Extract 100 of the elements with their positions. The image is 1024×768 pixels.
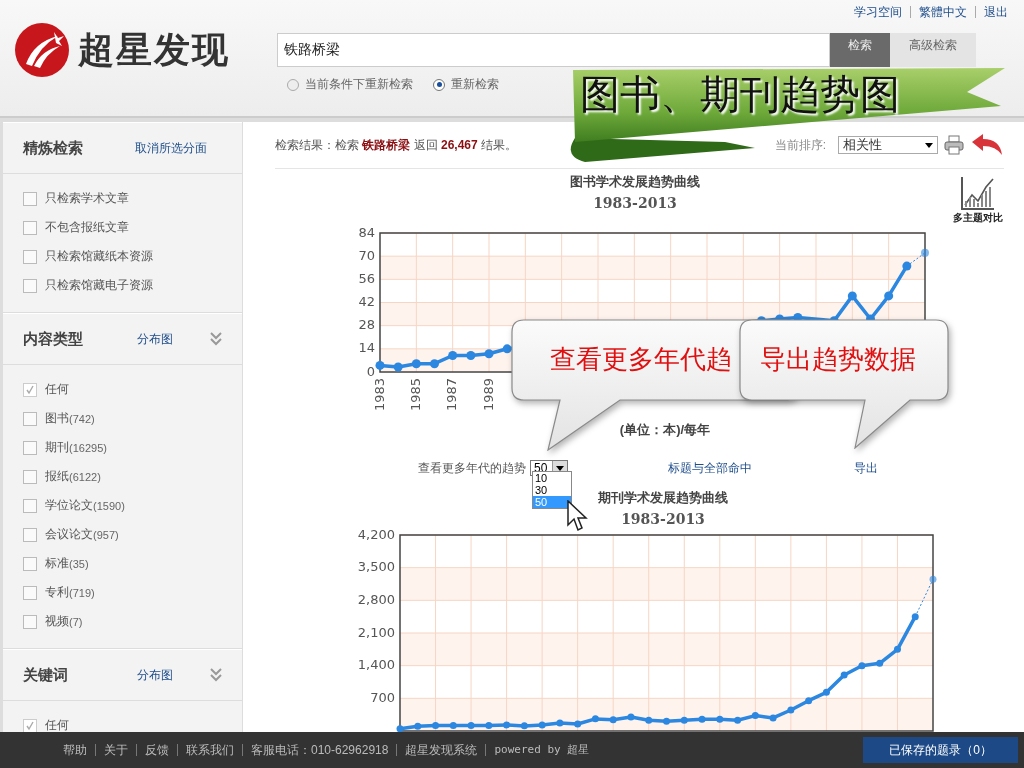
x-tick-label: 1987 — [444, 378, 460, 412]
logo-text: 超星发现 — [78, 27, 230, 72]
y-tick-label: 84 — [358, 225, 375, 240]
data-point — [502, 344, 512, 354]
filter-count: (957) — [93, 528, 119, 541]
checkbox[interactable] — [23, 556, 37, 571]
filter-count: (719) — [69, 586, 95, 599]
data-point — [448, 350, 458, 360]
filter-label: 只检索馆藏电子资源 — [45, 277, 153, 294]
hits-link[interactable]: 标题与全部命中 — [668, 459, 752, 477]
y-tick-label: 4,200 — [357, 527, 395, 542]
checkbox[interactable] — [23, 382, 37, 397]
double-chevron-icon[interactable] — [210, 668, 222, 682]
filter-label: 报纸 — [45, 468, 69, 485]
data-point — [393, 362, 403, 372]
radio-label: 重新检索 — [451, 76, 499, 93]
callout-text: 导出趋势数据 — [760, 343, 916, 376]
filter-label: 学位论文 — [45, 497, 93, 514]
radio-label: 当前条件下重新检索 — [305, 76, 413, 93]
callout-text: 查看更多年代趋 — [550, 343, 732, 376]
checkbox[interactable] — [23, 249, 37, 264]
y-tick-label: 28 — [358, 317, 375, 333]
footer-link[interactable]: 帮助 — [55, 744, 95, 756]
results-summary: 检索结果：检索 铁路桥梁 返回 26,467 结果。 — [275, 136, 519, 154]
data-point — [884, 291, 894, 301]
filter-label: 专利 — [45, 584, 69, 601]
y-tick-label: 70 — [358, 247, 375, 263]
filter-count: (35) — [69, 557, 89, 570]
filter-count: (742) — [69, 412, 95, 425]
trend-chart-icon[interactable] — [960, 175, 996, 211]
footer-link[interactable]: 反馈 — [136, 744, 177, 756]
footer-link[interactable]: 客服电话：010-62962918 — [242, 744, 397, 756]
checkbox[interactable] — [23, 411, 37, 426]
saved-records-button[interactable]: 已保存的题录（0） — [863, 737, 1018, 763]
radio-button[interactable] — [433, 78, 445, 91]
printer-icon[interactable] — [944, 135, 964, 155]
checkbox[interactable] — [23, 220, 37, 235]
export-link[interactable]: 导出 — [854, 459, 878, 477]
dropdown-option[interactable]: 30 — [533, 484, 571, 496]
checkbox[interactable] — [23, 585, 37, 600]
y-tick-label: 2,800 — [357, 591, 395, 607]
section-title: 内容类型 — [23, 329, 84, 349]
logo-icon — [14, 22, 70, 78]
search-field[interactable]: 铁路桥梁 — [277, 33, 830, 67]
double-chevron-icon[interactable] — [210, 332, 222, 346]
axis-label: (单位：本)/每年 — [618, 421, 712, 439]
checkbox[interactable] — [23, 498, 37, 513]
x-tick-label: 1985 — [407, 378, 423, 412]
checkbox[interactable] — [23, 527, 37, 542]
footer-link[interactable]: 关于 — [95, 744, 136, 756]
section-title: 精炼检索 — [23, 138, 84, 158]
checkbox[interactable] — [23, 718, 37, 733]
search-button[interactable]: 检索 — [830, 33, 890, 67]
chart-subtitle: 1983-2013 — [620, 511, 706, 527]
x-tick-label: 1983 — [371, 378, 387, 412]
data-point — [375, 360, 385, 370]
checkbox[interactable] — [23, 614, 37, 629]
years-label: 查看更多年代的趋势 — [418, 459, 526, 477]
filter-label: 任何 — [45, 381, 69, 398]
data-point — [484, 349, 494, 359]
filter-label: 只检索学术文章 — [45, 190, 129, 207]
filter-count: (6122) — [69, 470, 101, 483]
compare-label[interactable]: 多主题对比 — [953, 211, 1003, 225]
x-tick-label: 1989 — [480, 378, 496, 412]
back-arrow-icon[interactable] — [970, 133, 1004, 157]
footer-link[interactable]: 联系我们 — [177, 744, 242, 756]
filter-label: 只检索馆藏纸本资源 — [45, 248, 153, 265]
data-point — [902, 261, 912, 271]
footer-link[interactable]: powered by 超星 — [485, 744, 598, 756]
y-tick-label: 2,100 — [357, 624, 395, 640]
filter-label: 会议论文 — [45, 526, 93, 543]
checkbox[interactable] — [23, 440, 37, 455]
y-tick-label: 0 — [366, 363, 375, 379]
y-tick-label: 42 — [358, 294, 375, 309]
advanced-search-button[interactable]: 高级检索 — [890, 33, 976, 67]
filter-count: (1590) — [93, 499, 125, 512]
top-link[interactable]: 繁體中文 — [910, 6, 975, 18]
data-point — [921, 248, 929, 257]
data-point — [411, 359, 421, 369]
chart-title: 图书学术发展趋势曲线 — [570, 173, 700, 191]
banner-title: 图书、期刊趋势图 — [580, 72, 900, 116]
data-point — [430, 359, 439, 369]
checkbox[interactable] — [23, 469, 37, 484]
radio-button[interactable] — [287, 78, 299, 91]
section-link[interactable]: 分布图 — [137, 666, 197, 684]
checkbox[interactable] — [23, 191, 37, 206]
section-link[interactable]: 取消所选分面 — [135, 139, 207, 157]
footer-link[interactable]: 超星发现系统 — [396, 744, 486, 756]
top-link[interactable]: 学习空间 — [846, 6, 910, 18]
y-tick-label: 14 — [358, 340, 375, 356]
top-link[interactable]: 退出 — [975, 6, 1016, 18]
data-point — [847, 291, 857, 301]
section-link[interactable]: 分布图 — [137, 330, 197, 348]
sort-select[interactable]: 相关性 — [838, 136, 938, 154]
y-tick-label: 3,500 — [357, 559, 395, 575]
filter-label: 标准 — [45, 555, 69, 572]
checkbox[interactable] — [23, 278, 37, 293]
y-tick-label: 700 — [370, 689, 395, 705]
filter-count: (7) — [69, 615, 83, 628]
filter-label: 不包含报纸文章 — [45, 219, 129, 236]
